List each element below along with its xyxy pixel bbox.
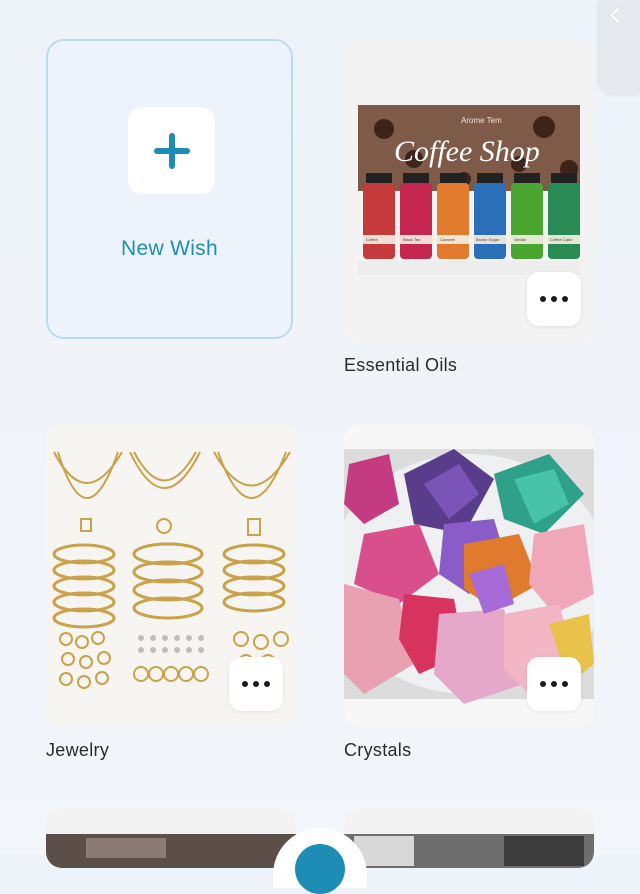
new-wish-card[interactable]: New Wish <box>46 39 293 339</box>
more-horizontal-icon <box>540 296 568 302</box>
more-horizontal-icon <box>242 681 270 687</box>
wishlist-label: Jewelry <box>46 740 110 760</box>
bottle-label: Coffee <box>366 237 378 242</box>
action-circle-icon <box>295 844 345 894</box>
more-horizontal-icon <box>540 681 568 687</box>
wishlist-thumbnail[interactable] <box>344 424 594 726</box>
new-wish-plus-box <box>128 107 215 194</box>
wishlist-image <box>344 808 594 868</box>
wishlist-thumbnail[interactable] <box>46 808 296 868</box>
bottle-label: Brown Sugar <box>476 237 500 242</box>
bottle-label: Coffee Cake <box>550 237 573 242</box>
side-panel-handle[interactable]: ‹ <box>599 0 640 94</box>
bottle-label: Vanilla <box>514 237 526 242</box>
wishlist-label: Crystals <box>344 740 412 760</box>
chevron-left-icon: ‹ <box>607 0 623 37</box>
plus-icon <box>153 132 190 169</box>
box-title-text: Coffee Shop <box>394 135 540 168</box>
more-options-button[interactable] <box>229 657 283 711</box>
wishlist-label: Essential Oils <box>344 355 458 375</box>
bottle-label: Caramel <box>440 237 455 242</box>
more-options-button[interactable] <box>527 272 581 326</box>
more-options-button[interactable] <box>527 657 581 711</box>
brand-text: Arome Tem <box>461 116 502 125</box>
wishlist-thumbnail[interactable] <box>46 424 296 726</box>
wishlist-thumbnail[interactable] <box>344 808 594 868</box>
bottle-label: Black Tea <box>403 237 421 242</box>
wishlist-thumbnail[interactable]: Arome Tem Coffee Shop Coffee Black Tea C… <box>344 39 594 341</box>
new-wish-label: New Wish <box>121 237 218 260</box>
wishlist-image <box>46 808 296 868</box>
